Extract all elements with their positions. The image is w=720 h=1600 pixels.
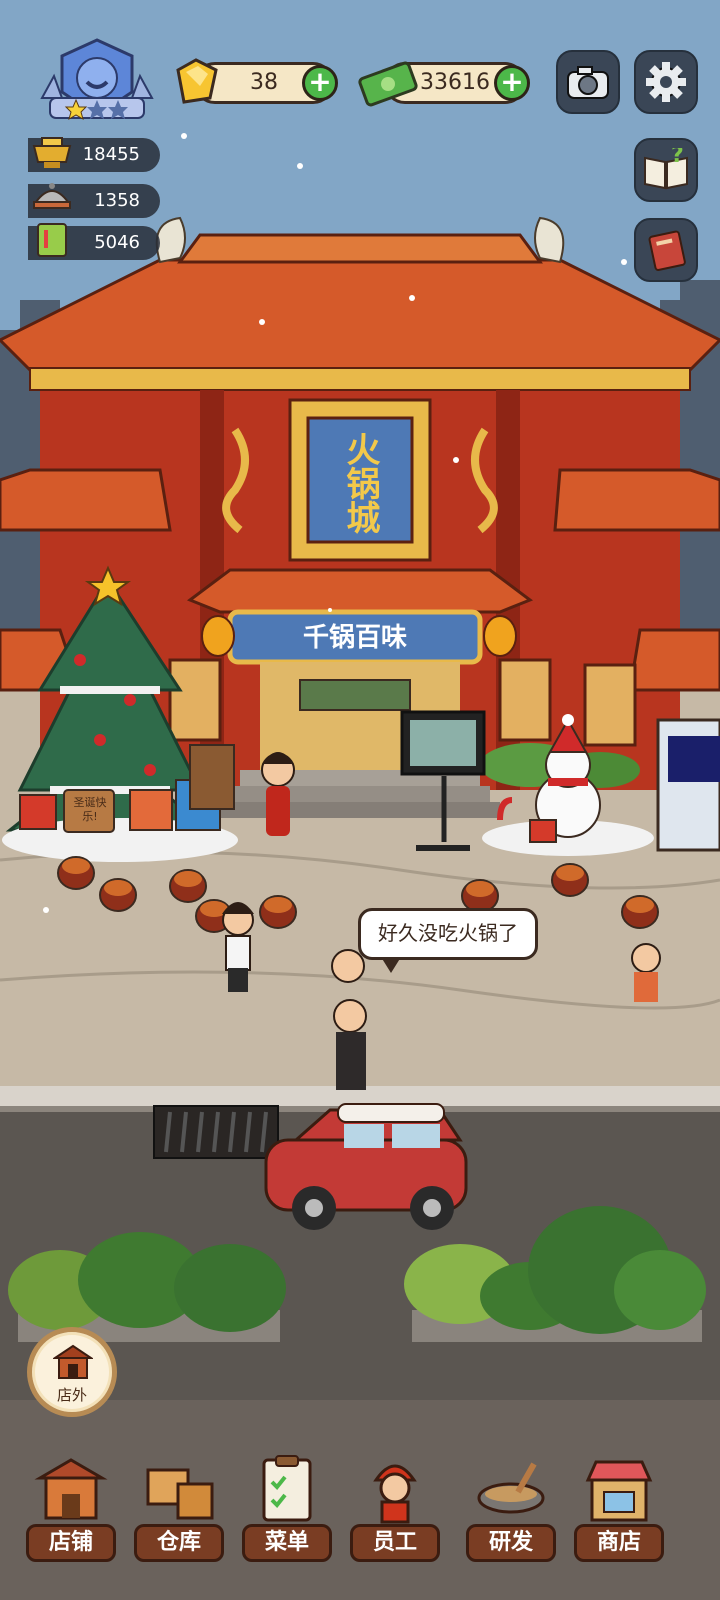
- speech-text: 好久没吃火锅了: [378, 921, 518, 945]
- gear-icon: [646, 62, 686, 102]
- hotpot-icon: [32, 137, 72, 168]
- nav-label-shop: 店铺: [26, 1524, 116, 1562]
- customer-speech-bubble: 好久没吃火锅了: [358, 908, 538, 973]
- store-icon: [585, 1460, 653, 1522]
- nav-store[interactable]: 商店: [574, 1452, 664, 1562]
- wok-icon: [477, 1462, 545, 1514]
- svg-text:?: ?: [671, 148, 684, 168]
- nav-label-research: 研发: [466, 1524, 556, 1562]
- tree-sign: 圣诞快乐!: [66, 792, 114, 832]
- recipes-value: 5046: [94, 232, 140, 253]
- restaurant-banner: 千锅百味: [236, 618, 474, 658]
- storefront-icon: [34, 1458, 108, 1520]
- nav-label-menu: 菜单: [242, 1524, 332, 1562]
- guide-book-button[interactable]: ?: [634, 138, 698, 202]
- question-book-icon: ?: [644, 148, 688, 190]
- nav-label-staff: 员工: [350, 1524, 440, 1562]
- boxes-icon: [146, 1468, 214, 1520]
- settings-button[interactable]: [634, 50, 698, 114]
- nav-research[interactable]: 研发: [466, 1452, 556, 1562]
- gem-icon: [176, 58, 218, 104]
- add-gems-button[interactable]: +: [302, 65, 338, 101]
- journal-icon: [648, 230, 686, 271]
- gem-count: 38: [250, 70, 278, 95]
- nav-menu[interactable]: 菜单: [242, 1452, 332, 1562]
- player-level-badge[interactable]: [32, 36, 162, 132]
- level-badge-icon: [40, 38, 154, 121]
- camera-icon: [567, 66, 609, 99]
- cash-icon: [358, 61, 418, 107]
- recipe-book-icon: [37, 223, 67, 257]
- clipboard-icon: [262, 1455, 312, 1522]
- vertical-sign-text: 火锅城: [340, 432, 380, 534]
- shop-front-icon: [53, 1344, 93, 1379]
- add-cash-button[interactable]: +: [494, 65, 530, 101]
- nav-label-store: 商店: [574, 1524, 664, 1562]
- nav-staff[interactable]: 员工: [350, 1452, 440, 1562]
- staff-icon: [373, 1464, 417, 1524]
- nav-warehouse[interactable]: 仓库: [134, 1452, 224, 1562]
- nav-label-warehouse: 仓库: [134, 1524, 224, 1562]
- banner-text: 千锅百味: [302, 623, 407, 653]
- vertical-sign: 火锅城: [318, 424, 402, 542]
- nav-shop-building[interactable]: 店铺: [26, 1452, 116, 1562]
- tree-sign-text: 圣诞快乐!: [73, 796, 107, 823]
- journal-button[interactable]: [634, 218, 698, 282]
- camera-button[interactable]: [556, 50, 620, 114]
- reputation-value: 18455: [82, 144, 140, 165]
- dishes-value: 1358: [94, 190, 140, 211]
- outside-label: 店外: [56, 1386, 87, 1404]
- cloche-icon: [33, 183, 71, 209]
- outside-view-button[interactable]: 店外: [27, 1327, 117, 1417]
- cash-count: 33616: [420, 70, 490, 95]
